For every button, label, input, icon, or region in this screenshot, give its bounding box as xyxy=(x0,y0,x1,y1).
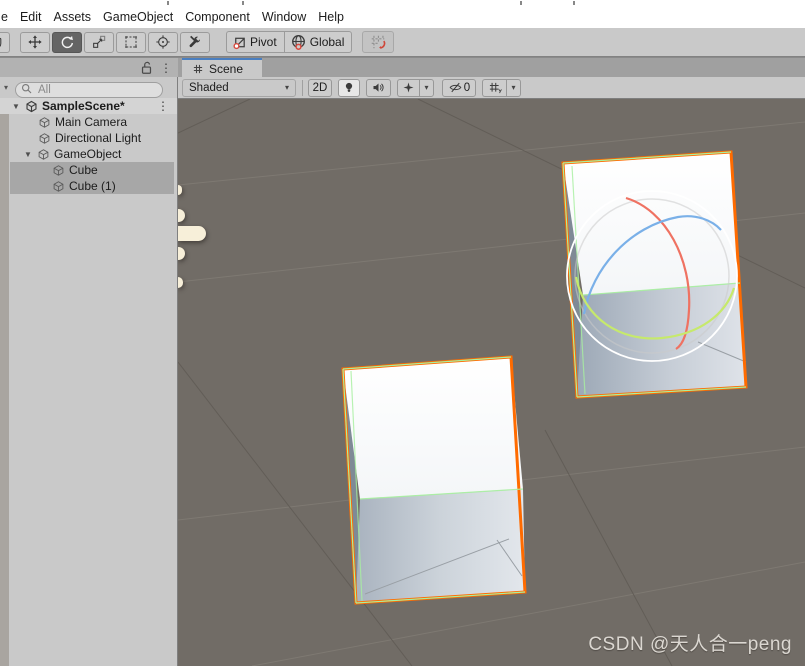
scene-name: SampleScene* xyxy=(42,99,125,113)
gameobject-cube-icon xyxy=(52,180,65,193)
tree-item-label: Cube xyxy=(69,163,98,177)
watermark: CSDN @天人合一peng xyxy=(588,629,792,656)
tree-row-directional-light[interactable]: Directional Light xyxy=(0,130,178,146)
global-label: Global xyxy=(310,35,345,49)
grid-snap-icon xyxy=(369,33,387,51)
caret-down-icon: ▾ xyxy=(511,84,515,92)
audio-icon xyxy=(371,80,386,95)
menu-edit[interactable]: Edit xyxy=(14,10,48,24)
pivot-toggle-button[interactable]: Pivot xyxy=(226,31,284,53)
move-icon xyxy=(27,34,43,50)
scene-lighting-button[interactable] xyxy=(338,79,360,97)
search-icon xyxy=(20,82,34,96)
search-options-caret-icon[interactable]: ▾ xyxy=(4,83,8,92)
scene-effects-dropdown[interactable]: ▾ xyxy=(419,79,434,97)
2d-toggle-button[interactable]: 2D xyxy=(308,79,332,97)
hidden-count: 0 xyxy=(464,82,470,94)
scene-tab-bar: Scene xyxy=(178,58,805,78)
transform-tool-button[interactable] xyxy=(148,32,178,53)
hand-icon xyxy=(0,34,4,50)
tree-item-label: Cube (1) xyxy=(69,179,116,193)
globe-icon xyxy=(290,34,307,51)
global-toggle-button[interactable]: Global xyxy=(284,31,353,53)
overlay-handle[interactable] xyxy=(178,226,206,241)
pivot-icon xyxy=(232,35,247,50)
scene-panel: Shaded ▾ 2D xyxy=(178,77,805,666)
hierarchy-menu-kebab-icon[interactable]: ⋮ xyxy=(160,62,172,74)
expander-icon[interactable]: ▼ xyxy=(12,102,21,111)
gameobject-cube-icon xyxy=(52,164,65,177)
lightbulb-icon xyxy=(342,80,356,95)
tree-row-cube[interactable]: Cube xyxy=(0,162,178,178)
hierarchy-panel: ▾ ▼ SampleScene* ⋮ Main Camera Directi xyxy=(0,77,178,666)
menu-gameobject[interactable]: GameObject xyxy=(97,10,179,24)
tab-scene[interactable]: Scene xyxy=(182,58,262,78)
scene-effects-button[interactable] xyxy=(397,79,419,97)
tree-row-main-camera[interactable]: Main Camera xyxy=(0,114,178,130)
menu-assets[interactable]: Assets xyxy=(48,10,98,24)
tree-row-gameobject[interactable]: ▼ GameObject xyxy=(0,146,178,162)
panel-edge-strip xyxy=(0,114,9,666)
pivot-label: Pivot xyxy=(250,35,277,49)
hierarchy-search-row: ▾ xyxy=(0,77,178,98)
custom-tools-button[interactable] xyxy=(180,32,210,53)
tree-item-label: GameObject xyxy=(54,147,121,161)
caret-down-icon: ▾ xyxy=(424,84,428,92)
hierarchy-search-input[interactable] xyxy=(15,82,163,98)
draw-mode-dropdown[interactable]: Shaded ▾ xyxy=(182,79,296,97)
rect-tool-button[interactable] xyxy=(116,32,146,53)
scene-view-toolbar: Shaded ▾ 2D xyxy=(178,77,805,99)
transform-icon xyxy=(155,34,171,50)
effects-icon xyxy=(401,80,416,95)
scene-row-kebab-icon[interactable]: ⋮ xyxy=(157,100,169,112)
expander-icon[interactable]: ▼ xyxy=(24,150,33,159)
cube-object[interactable] xyxy=(343,357,525,603)
unity-editor-window: e Edit Assets GameObject Component Windo… xyxy=(0,0,805,666)
rotate-tool-button[interactable] xyxy=(52,32,82,53)
rect-icon xyxy=(123,34,139,50)
gameobject-cube-icon xyxy=(37,148,50,161)
scale-tool-button[interactable] xyxy=(84,32,114,53)
tree-row-scene[interactable]: ▼ SampleScene* ⋮ xyxy=(0,98,178,114)
menu-file-partial[interactable]: e xyxy=(0,10,14,24)
tree-row-cube-1[interactable]: Cube (1) xyxy=(0,178,178,194)
main-toolbar: Pivot Global xyxy=(0,28,805,57)
eye-hidden-icon xyxy=(448,80,463,95)
grid-visibility-dropdown[interactable]: ▾ xyxy=(506,79,521,97)
scene-effects-group: ▾ xyxy=(397,79,434,97)
scene-tab-label: Scene xyxy=(209,62,243,76)
caret-down-icon: ▾ xyxy=(285,84,289,92)
gameobject-cube-icon xyxy=(38,132,51,145)
unity-scene-icon xyxy=(25,100,38,113)
grid-icon xyxy=(192,63,204,75)
rotate-icon xyxy=(59,34,75,50)
unlock-icon[interactable] xyxy=(139,60,154,75)
grid-axis-icon xyxy=(487,80,503,96)
hierarchy-tab-bar: Hierarchy ⋮ xyxy=(0,58,178,78)
scene-canvas xyxy=(178,99,805,666)
draw-mode-label: Shaded xyxy=(189,82,229,94)
tab-strip: Hierarchy ⋮ Scene xyxy=(0,57,805,77)
grid-snap-button[interactable] xyxy=(362,31,394,53)
tools-icon xyxy=(187,34,203,50)
tree-item-label: Directional Light xyxy=(55,131,141,145)
toolbar-separator xyxy=(302,80,303,96)
hand-tool-button[interactable] xyxy=(0,32,10,53)
menu-help[interactable]: Help xyxy=(312,10,350,24)
hidden-objects-button[interactable]: 0 xyxy=(442,79,476,97)
grid-visibility-button[interactable] xyxy=(482,79,506,97)
pivot-global-group: Pivot Global xyxy=(226,31,352,53)
grid-visibility-group: ▾ xyxy=(482,79,521,97)
gameobject-cube-icon xyxy=(38,116,51,129)
move-tool-button[interactable] xyxy=(20,32,50,53)
menu-component[interactable]: Component xyxy=(179,10,256,24)
scale-icon xyxy=(91,34,107,50)
scene-audio-button[interactable] xyxy=(366,79,391,97)
tree-item-label: Main Camera xyxy=(55,115,127,129)
scene-viewport[interactable]: CSDN @天人合一peng xyxy=(178,99,805,666)
2d-label: 2D xyxy=(313,82,328,94)
menu-bar: e Edit Assets GameObject Component Windo… xyxy=(0,6,805,28)
menu-window[interactable]: Window xyxy=(256,10,312,24)
